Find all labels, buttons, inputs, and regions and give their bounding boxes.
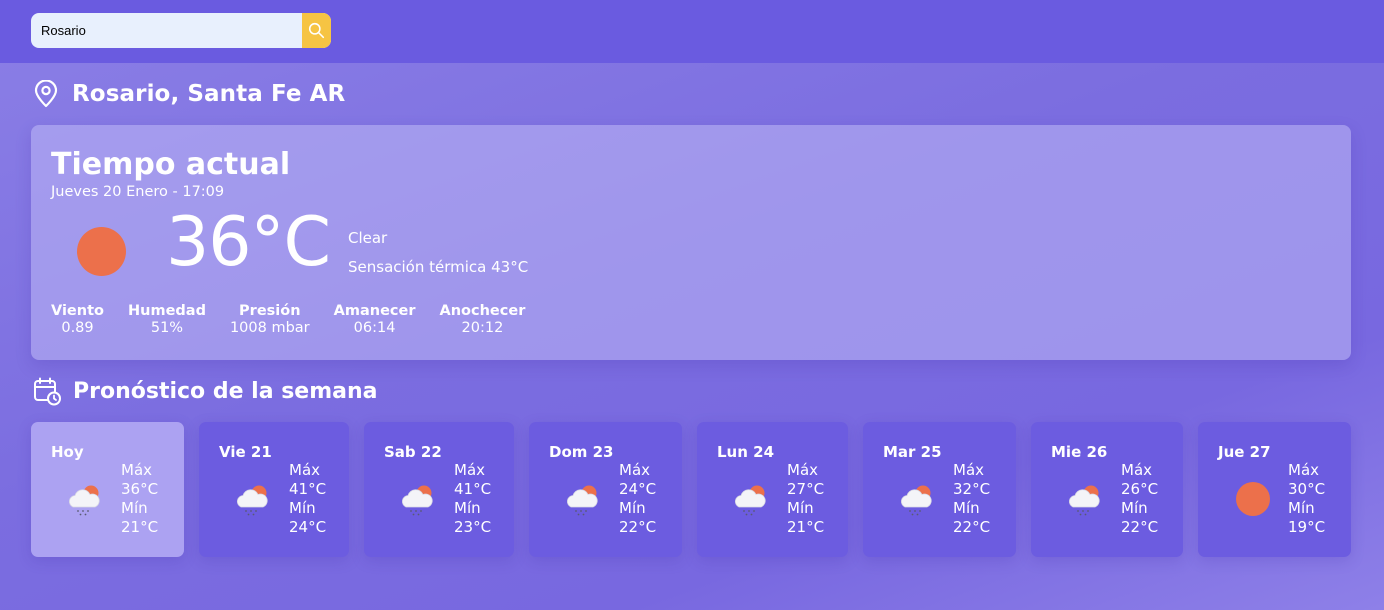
rain-cloud-sun-icon xyxy=(233,480,273,520)
min-temp: 22°C xyxy=(1121,518,1159,536)
min-label: Mín xyxy=(121,499,148,517)
forecast-temps: Máx 26°C Mín 22°C xyxy=(1121,461,1158,537)
max-temp: 41°C xyxy=(289,480,327,498)
forecast-card: Vie 21 Máx 41°C Mín 24°C xyxy=(199,422,349,557)
max-label: Máx xyxy=(121,461,153,479)
stat-value: 0.89 xyxy=(61,320,94,336)
current-datetime: Jueves 20 Enero - 17:09 xyxy=(51,184,225,200)
min-label: Mín xyxy=(953,499,980,517)
max-temp: 26°C xyxy=(1121,480,1159,498)
stat-label: Anochecer xyxy=(439,303,526,319)
forecast-day: Hoy xyxy=(51,443,84,461)
min-label: Mín xyxy=(787,499,814,517)
top-bar xyxy=(0,0,1384,63)
sun-icon xyxy=(77,227,126,276)
location-name: Rosario, Santa Fe AR xyxy=(72,81,346,107)
max-temp: 36°C xyxy=(121,480,159,498)
search-icon xyxy=(308,22,325,39)
forecast-temps: Máx 41°C Mín 24°C xyxy=(289,461,326,537)
forecast-card: Lun 24 Máx 27°C Mín 21°C xyxy=(697,422,848,557)
stat-wind: Viento 0.89 xyxy=(51,303,104,336)
min-temp: 21°C xyxy=(121,518,159,536)
stat-label: Humedad xyxy=(128,303,206,319)
max-temp: 27°C xyxy=(787,480,825,498)
min-label: Mín xyxy=(1288,499,1315,517)
search-button[interactable] xyxy=(302,13,331,48)
search-input[interactable] xyxy=(31,13,302,48)
forecast-day: Mar 25 xyxy=(883,443,942,461)
max-label: Máx xyxy=(1121,461,1153,479)
stat-value: 20:12 xyxy=(461,320,504,336)
search-box xyxy=(31,13,331,48)
forecast-card: Hoy Máx 36°C Mín 21°C xyxy=(31,422,184,557)
stat-label: Viento xyxy=(51,303,104,319)
location-header: Rosario, Santa Fe AR xyxy=(33,80,345,108)
max-temp: 32°C xyxy=(953,480,991,498)
rain-cloud-sun-icon xyxy=(1065,480,1105,520)
max-label: Máx xyxy=(953,461,985,479)
max-label: Máx xyxy=(787,461,819,479)
current-condition: Clear xyxy=(348,229,388,247)
forecast-card: Mar 25 Máx 32°C Mín 22°C xyxy=(863,422,1016,557)
stat-value: 06:14 xyxy=(353,320,396,336)
min-temp: 24°C xyxy=(289,518,327,536)
min-temp: 22°C xyxy=(619,518,657,536)
max-temp: 24°C xyxy=(619,480,657,498)
forecast-day: Dom 23 xyxy=(549,443,614,461)
rain-cloud-sun-icon xyxy=(731,480,771,520)
forecast-header: Pronóstico de la semana xyxy=(33,377,378,406)
sun-icon xyxy=(1236,482,1270,516)
forecast-card: Jue 27 Máx 30°C Mín 19°C xyxy=(1198,422,1351,557)
max-temp: 30°C xyxy=(1288,480,1326,498)
forecast-title: Pronóstico de la semana xyxy=(73,379,378,404)
forecast-card: Sab 22 Máx 41°C Mín 23°C xyxy=(364,422,514,557)
stat-value: 51% xyxy=(150,320,184,336)
min-temp: 21°C xyxy=(787,518,825,536)
stat-sunrise: Amanecer 06:14 xyxy=(334,303,416,336)
feels-like: Sensación térmica 43°C xyxy=(348,258,529,276)
forecast-temps: Máx 32°C Mín 22°C xyxy=(953,461,990,537)
forecast-day: Jue 27 xyxy=(1218,443,1271,461)
current-weather-card: Tiempo actual Jueves 20 Enero - 17:09 36… xyxy=(31,125,1351,360)
forecast-day: Mie 26 xyxy=(1051,443,1108,461)
forecast-temps: Máx 41°C Mín 23°C xyxy=(454,461,491,537)
forecast-temps: Máx 24°C Mín 22°C xyxy=(619,461,656,537)
current-title: Tiempo actual xyxy=(51,147,291,182)
rain-cloud-sun-icon xyxy=(398,480,438,520)
min-temp: 22°C xyxy=(953,518,991,536)
max-label: Máx xyxy=(619,461,651,479)
max-label: Máx xyxy=(289,461,321,479)
stat-label: Presión xyxy=(239,303,301,319)
forecast-temps: Máx 27°C Mín 21°C xyxy=(787,461,824,537)
stat-humidity: Humedad 51% xyxy=(128,303,206,336)
forecast-day: Lun 24 xyxy=(717,443,775,461)
current-temperature: 36°C xyxy=(166,203,331,282)
min-temp: 19°C xyxy=(1288,518,1326,536)
calendar-clock-icon xyxy=(34,377,61,406)
stat-pressure: Presión 1008 mbar xyxy=(230,303,310,336)
max-temp: 41°C xyxy=(454,480,492,498)
stat-value: 1008 mbar xyxy=(229,320,310,336)
forecast-card: Dom 23 Máx 24°C Mín 22°C xyxy=(529,422,682,557)
forecast-day: Sab 22 xyxy=(384,443,442,461)
rain-cloud-sun-icon xyxy=(897,480,937,520)
weather-stats: Viento 0.89 Humedad 51% Presión 1008 mba… xyxy=(51,303,549,336)
stat-label: Amanecer xyxy=(333,303,416,319)
min-temp: 23°C xyxy=(454,518,492,536)
min-label: Mín xyxy=(289,499,316,517)
stat-sunset: Anochecer 20:12 xyxy=(440,303,526,336)
forecast-day: Vie 21 xyxy=(219,443,272,461)
forecast-card: Mie 26 Máx 26°C Mín 22°C xyxy=(1031,422,1183,557)
forecast-temps: Máx 30°C Mín 19°C xyxy=(1288,461,1325,537)
max-label: Máx xyxy=(1288,461,1320,479)
rain-cloud-sun-icon xyxy=(563,480,603,520)
forecast-list: Hoy Máx 36°C Mín 21°C Vie 21 Máx 41°C Mín 24°C Sab… xyxy=(31,422,1351,557)
max-label: Máx xyxy=(454,461,486,479)
min-label: Mín xyxy=(619,499,646,517)
rain-cloud-sun-icon xyxy=(65,480,105,520)
min-label: Mín xyxy=(454,499,481,517)
forecast-temps: Máx 36°C Mín 21°C xyxy=(121,461,158,537)
min-label: Mín xyxy=(1121,499,1148,517)
map-pin-icon xyxy=(34,80,58,108)
